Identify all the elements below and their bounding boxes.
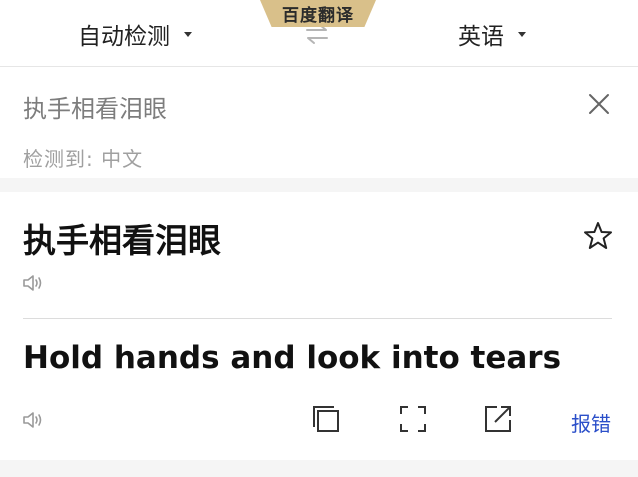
result-card: 执手相看泪眼 Hold hands and look into tears 报错	[0, 192, 638, 460]
close-icon[interactable]	[586, 91, 612, 117]
source-language-label: 自动检测	[78, 24, 170, 50]
source-text-display: 执手相看泪眼	[23, 221, 221, 260]
star-icon[interactable]	[582, 220, 614, 252]
chevron-down-icon	[518, 31, 526, 37]
chevron-down-icon	[184, 31, 192, 37]
target-language-label: 英语	[458, 24, 504, 50]
speaker-icon[interactable]	[22, 409, 46, 431]
target-language-selector[interactable]: 英语	[458, 14, 526, 54]
copy-icon[interactable]	[311, 404, 341, 434]
source-language-selector[interactable]: 自动检测	[78, 14, 192, 54]
source-input[interactable]: 执手相看泪眼	[23, 89, 167, 124]
divider	[23, 318, 612, 319]
detected-label: 检测到:	[23, 147, 94, 171]
detected-language: 检测到: 中文	[23, 143, 143, 172]
detected-language-value: 中文	[101, 147, 144, 171]
fullscreen-icon[interactable]	[398, 404, 428, 434]
brand-logo: 百度翻译	[260, 0, 376, 27]
input-card: 执手相看泪眼 检测到: 中文	[0, 67, 638, 178]
report-error-link[interactable]: 报错	[571, 408, 611, 437]
speaker-icon[interactable]	[22, 272, 46, 294]
share-icon[interactable]	[483, 404, 513, 434]
translation-text: Hold hands and look into tears	[23, 340, 562, 376]
